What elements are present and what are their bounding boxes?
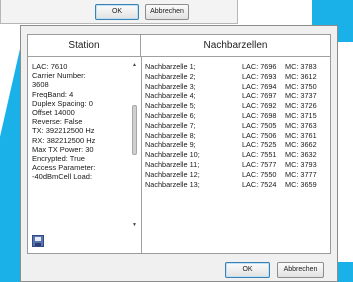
column-divider <box>141 57 142 253</box>
neighbor-row[interactable]: Nachbarzelle 10; LAC: 7551 MC: 3632 <box>145 150 327 160</box>
neighbor-lac: LAC: 7697 <box>242 91 277 101</box>
neighbor-lac: LAC: 7505 <box>242 120 277 130</box>
neighbor-name: Nachbarzelle 11; <box>145 159 200 169</box>
neighbor-name: Nachbarzelle 6; <box>145 110 196 120</box>
station-detail-line: Duplex Spacing: 0 <box>32 98 93 108</box>
neighbor-name: Nachbarzelle 9; <box>145 140 196 150</box>
station-detail-line: RX: 382212500 Hz <box>32 135 96 145</box>
station-detail-line: Reverse: False <box>32 117 83 127</box>
neighbor-name: Nachbarzelle 12; <box>145 169 200 179</box>
neighbor-name: Nachbarzelle 3; <box>145 81 196 91</box>
neighbor-name: Nachbarzelle 4; <box>145 91 196 101</box>
neighbor-lac: LAC: 7525 <box>242 140 277 150</box>
cancel-button[interactable]: Abbrechen <box>145 4 189 20</box>
neighbor-row[interactable]: Nachbarzelle 8; LAC: 7506 MC: 3761 <box>145 131 327 141</box>
neighbor-row[interactable]: Nachbarzelle 7; LAC: 7505 MC: 3763 <box>145 121 327 131</box>
neighbor-mc: MC: 3659 <box>285 179 317 189</box>
neighbor-lac: LAC: 7524 <box>242 179 277 189</box>
scroll-thumb[interactable] <box>132 105 137 155</box>
background-dialog: OK Abbrechen <box>0 0 238 24</box>
neighbor-mc: MC: 3612 <box>285 71 317 81</box>
neighbor-lac: LAC: 7694 <box>242 81 277 91</box>
background-accent-left <box>0 40 22 282</box>
station-detail-line: TX: 392212500 Hz <box>32 126 95 136</box>
station-detail-line: Offset 14000 <box>32 107 75 117</box>
neighbors-column-header[interactable]: Nachbarzellen <box>141 35 330 57</box>
neighbor-name: Nachbarzelle 7; <box>145 120 196 130</box>
neighbor-cell-list: Nachbarzelle 1; LAC: 7696 MC: 3783 Nachbarz… <box>145 62 327 189</box>
background-accent-bottom-right <box>338 262 353 282</box>
station-details: LAC: 7610 Carrier Number: 3608 FreqBand: 4D… <box>32 62 130 181</box>
neighbor-lac: LAC: 7550 <box>242 169 277 179</box>
station-detail-line: Max TX Power: 30 <box>32 144 94 154</box>
cell-grid: Station Nachbarzellen LAC: 7610 Carrier N… <box>27 34 331 254</box>
scroll-up-icon[interactable]: ▲ <box>130 61 139 69</box>
neighbor-mc: MC: 3715 <box>285 110 317 120</box>
neighbor-mc: MC: 3750 <box>285 81 317 91</box>
neighbor-row[interactable]: Nachbarzelle 3; LAC: 7694 MC: 3750 <box>145 82 327 92</box>
station-detail-line: Carrier Number: <box>32 71 86 81</box>
neighbor-mc: MC: 3763 <box>285 120 317 130</box>
station-detail-line: LAC: 7610 <box>32 62 68 71</box>
neighbor-lac: LAC: 7577 <box>242 159 277 169</box>
station-detail-line: Encrypted: True <box>32 153 85 163</box>
station-detail-line: 3608 <box>32 80 49 90</box>
station-detail-line: FreqBand: 4 <box>32 89 74 99</box>
neighbor-name: Nachbarzelle 13; <box>145 179 200 189</box>
neighbor-name: Nachbarzelle 8; <box>145 130 196 140</box>
neighbor-row[interactable]: Nachbarzelle 11; LAC: 7577 MC: 3793 <box>145 160 327 170</box>
neighbor-lac: LAC: 7551 <box>242 150 277 160</box>
neighbor-name: Nachbarzelle 10; <box>145 150 200 160</box>
neighbor-lac: LAC: 7698 <box>242 110 277 120</box>
save-icon[interactable] <box>32 235 44 247</box>
neighbor-mc: MC: 3777 <box>285 169 317 179</box>
neighbor-mc: MC: 3783 <box>285 62 317 71</box>
neighbor-row[interactable]: Nachbarzelle 5; LAC: 7692 MC: 3726 <box>145 101 327 111</box>
neighbor-mc: MC: 3761 <box>285 130 317 140</box>
neighbor-row[interactable]: Nachbarzelle 13; LAC: 7524 MC: 3659 <box>145 180 327 190</box>
neighbor-mc: MC: 3632 <box>285 150 317 160</box>
neighbor-row[interactable]: Nachbarzelle 2; LAC: 7693 MC: 3612 <box>145 72 327 82</box>
station-detail-line: Access Parameter: <box>32 163 96 173</box>
neighbor-row[interactable]: Nachbarzelle 1; LAC: 7696 MC: 3783 <box>145 62 327 72</box>
neighbor-mc: MC: 3726 <box>285 101 317 111</box>
neighbor-name: Nachbarzelle 2; <box>145 71 196 81</box>
cell-info-dialog: Station Nachbarzellen LAC: 7610 Carrier N… <box>20 25 338 282</box>
neighbor-row[interactable]: Nachbarzelle 9; LAC: 7525 MC: 3662 <box>145 140 327 150</box>
neighbor-name: Nachbarzelle 5; <box>145 101 196 111</box>
neighbor-row[interactable]: Nachbarzelle 4; LAC: 7697 MC: 3737 <box>145 91 327 101</box>
dialog-ok-button[interactable]: OK <box>225 262 270 278</box>
scroll-down-icon[interactable]: ▼ <box>130 221 139 229</box>
neighbor-lac: LAC: 7696 <box>242 62 277 71</box>
neighbor-row[interactable]: Nachbarzelle 12; LAC: 7550 MC: 3777 <box>145 170 327 180</box>
neighbor-mc: MC: 3793 <box>285 159 317 169</box>
ok-button[interactable]: OK <box>95 4 139 20</box>
station-scrollbar[interactable]: ▲ ▼ <box>130 61 139 229</box>
dialog-cancel-button[interactable]: Abbrechen <box>277 262 324 278</box>
neighbor-row[interactable]: Nachbarzelle 6; LAC: 7698 MC: 3715 <box>145 111 327 121</box>
neighbor-mc: MC: 3662 <box>285 140 317 150</box>
neighbor-lac: LAC: 7506 <box>242 130 277 140</box>
neighbor-mc: MC: 3737 <box>285 91 317 101</box>
neighbor-lac: LAC: 7692 <box>242 101 277 111</box>
neighbor-name: Nachbarzelle 1; <box>145 62 196 71</box>
station-detail-line: -40dBmCell Load: <box>32 172 93 182</box>
neighbor-lac: LAC: 7693 <box>242 71 277 81</box>
station-column-header[interactable]: Station <box>28 35 141 57</box>
